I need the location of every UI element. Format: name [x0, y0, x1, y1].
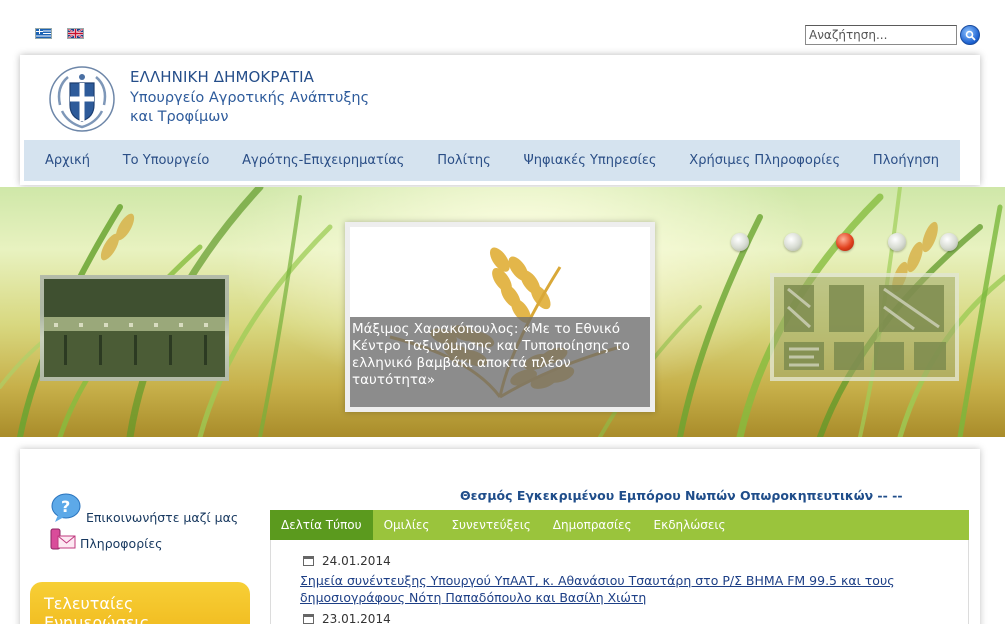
search-icon[interactable] [960, 25, 980, 45]
ministry-name-line1: Υπουργείο Αγροτικής Ανάπτυξης [130, 90, 370, 106]
latest-updates-title: Τελευταίες Ενημερώσεις [44, 594, 150, 624]
featured-slide-caption[interactable]: Μάξιμος Χαρακόπουλος: «Με το Εθνικό Κέντ… [350, 317, 650, 407]
slider-dot-2[interactable] [784, 233, 802, 251]
contact-us-label: Επικοινωνήστε μαζί μας [86, 510, 239, 525]
calendar-icon [303, 614, 314, 624]
slide-thumbnail-previous[interactable] [40, 275, 229, 381]
news-date-1: 24.01.2014 [303, 554, 391, 568]
tab-speeches[interactable]: Ομιλίες [373, 510, 441, 540]
news-date-2: 23.01.2014 [303, 612, 391, 624]
nav-item-home[interactable]: Αρχική [45, 153, 90, 168]
calendar-icon [303, 556, 314, 566]
nav-item-digital-services[interactable]: Ψηφιακές Υπηρεσίες [523, 153, 656, 168]
news-date-text: 24.01.2014 [322, 554, 391, 568]
uk-flag-icon[interactable] [67, 28, 84, 39]
news-date-text: 23.01.2014 [322, 612, 391, 624]
phone-mail-icon [50, 528, 76, 549]
nav-item-useful-info[interactable]: Χρήσιμες Πληροφορίες [689, 153, 840, 168]
tab-auctions[interactable]: Δημοπρασίες [542, 510, 643, 540]
news-ticker[interactable]: Θεσμός Εγκεκριμένου Εμπόρου Νωπών Οπωροκ… [460, 488, 903, 503]
tab-events[interactable]: Εκδηλώσεις [643, 510, 737, 540]
info-link[interactable]: Πληροφορίες [50, 526, 162, 551]
slide-thumbnail-next[interactable] [770, 273, 959, 381]
slider-dot-4[interactable] [888, 233, 906, 251]
help-question-icon: ? [51, 493, 81, 522]
tab-interviews[interactable]: Συνεντεύξεις [440, 510, 541, 540]
news-item-title-1[interactable]: Σημεία συνέντευξης Υπουργού ΥπΑΑΤ, κ. Αθ… [300, 572, 900, 606]
main-navigation: Αρχική Το Υπουργείο Αγρότης-Επιχειρηματί… [24, 140, 960, 181]
organization-logo-icon [784, 285, 946, 370]
ministry-name-line2: και Τροφίμων [130, 109, 229, 125]
news-tabs: Δελτία Τύπου Ομιλίες Συνεντεύξεις Δημοπρ… [270, 510, 969, 540]
header: ΕΛΛΗΝΙΚΗ ΔΗΜΟΚΡΑΤΙΑ Υπουργείο Αγροτικής … [20, 55, 980, 185]
contact-us-link[interactable]: ? Επικοινωνήστε μαζί μας [50, 490, 238, 525]
greek-coat-of-arms-icon[interactable] [48, 65, 116, 133]
nav-item-ministry[interactable]: Το Υπουργείο [123, 153, 210, 168]
nav-item-citizen[interactable]: Πολίτης [437, 153, 491, 168]
greek-flag-icon[interactable] [35, 28, 52, 39]
slider-dot-1[interactable] [731, 233, 749, 251]
slider-dot-3[interactable] [836, 233, 854, 251]
info-label: Πληροφορίες [80, 536, 163, 551]
country-title: ΕΛΛΗΝΙΚΗ ΔΗΜΟΚΡΑΤΙΑ [130, 68, 314, 86]
search-input[interactable] [805, 25, 957, 45]
featured-slide[interactable]: Μάξιμος Χαρακόπουλος: «Με το Εθνικό Κέντ… [345, 222, 655, 412]
nav-item-sitemap[interactable]: Πλοήγηση [873, 153, 939, 168]
page: ΕΛΛΗΝΙΚΗ ΔΗΜΟΚΡΑΤΙΑ Υπουργείο Αγροτικής … [0, 0, 1005, 624]
tab-press-releases[interactable]: Δελτία Τύπου [270, 510, 373, 540]
nav-item-farmer-business[interactable]: Αγρότης-Επιχειρηματίας [242, 153, 404, 168]
slider-dot-5[interactable] [940, 233, 958, 251]
latest-updates-box[interactable]: Τελευταίες Ενημερώσεις [30, 582, 250, 624]
svg-text:?: ? [61, 497, 70, 516]
